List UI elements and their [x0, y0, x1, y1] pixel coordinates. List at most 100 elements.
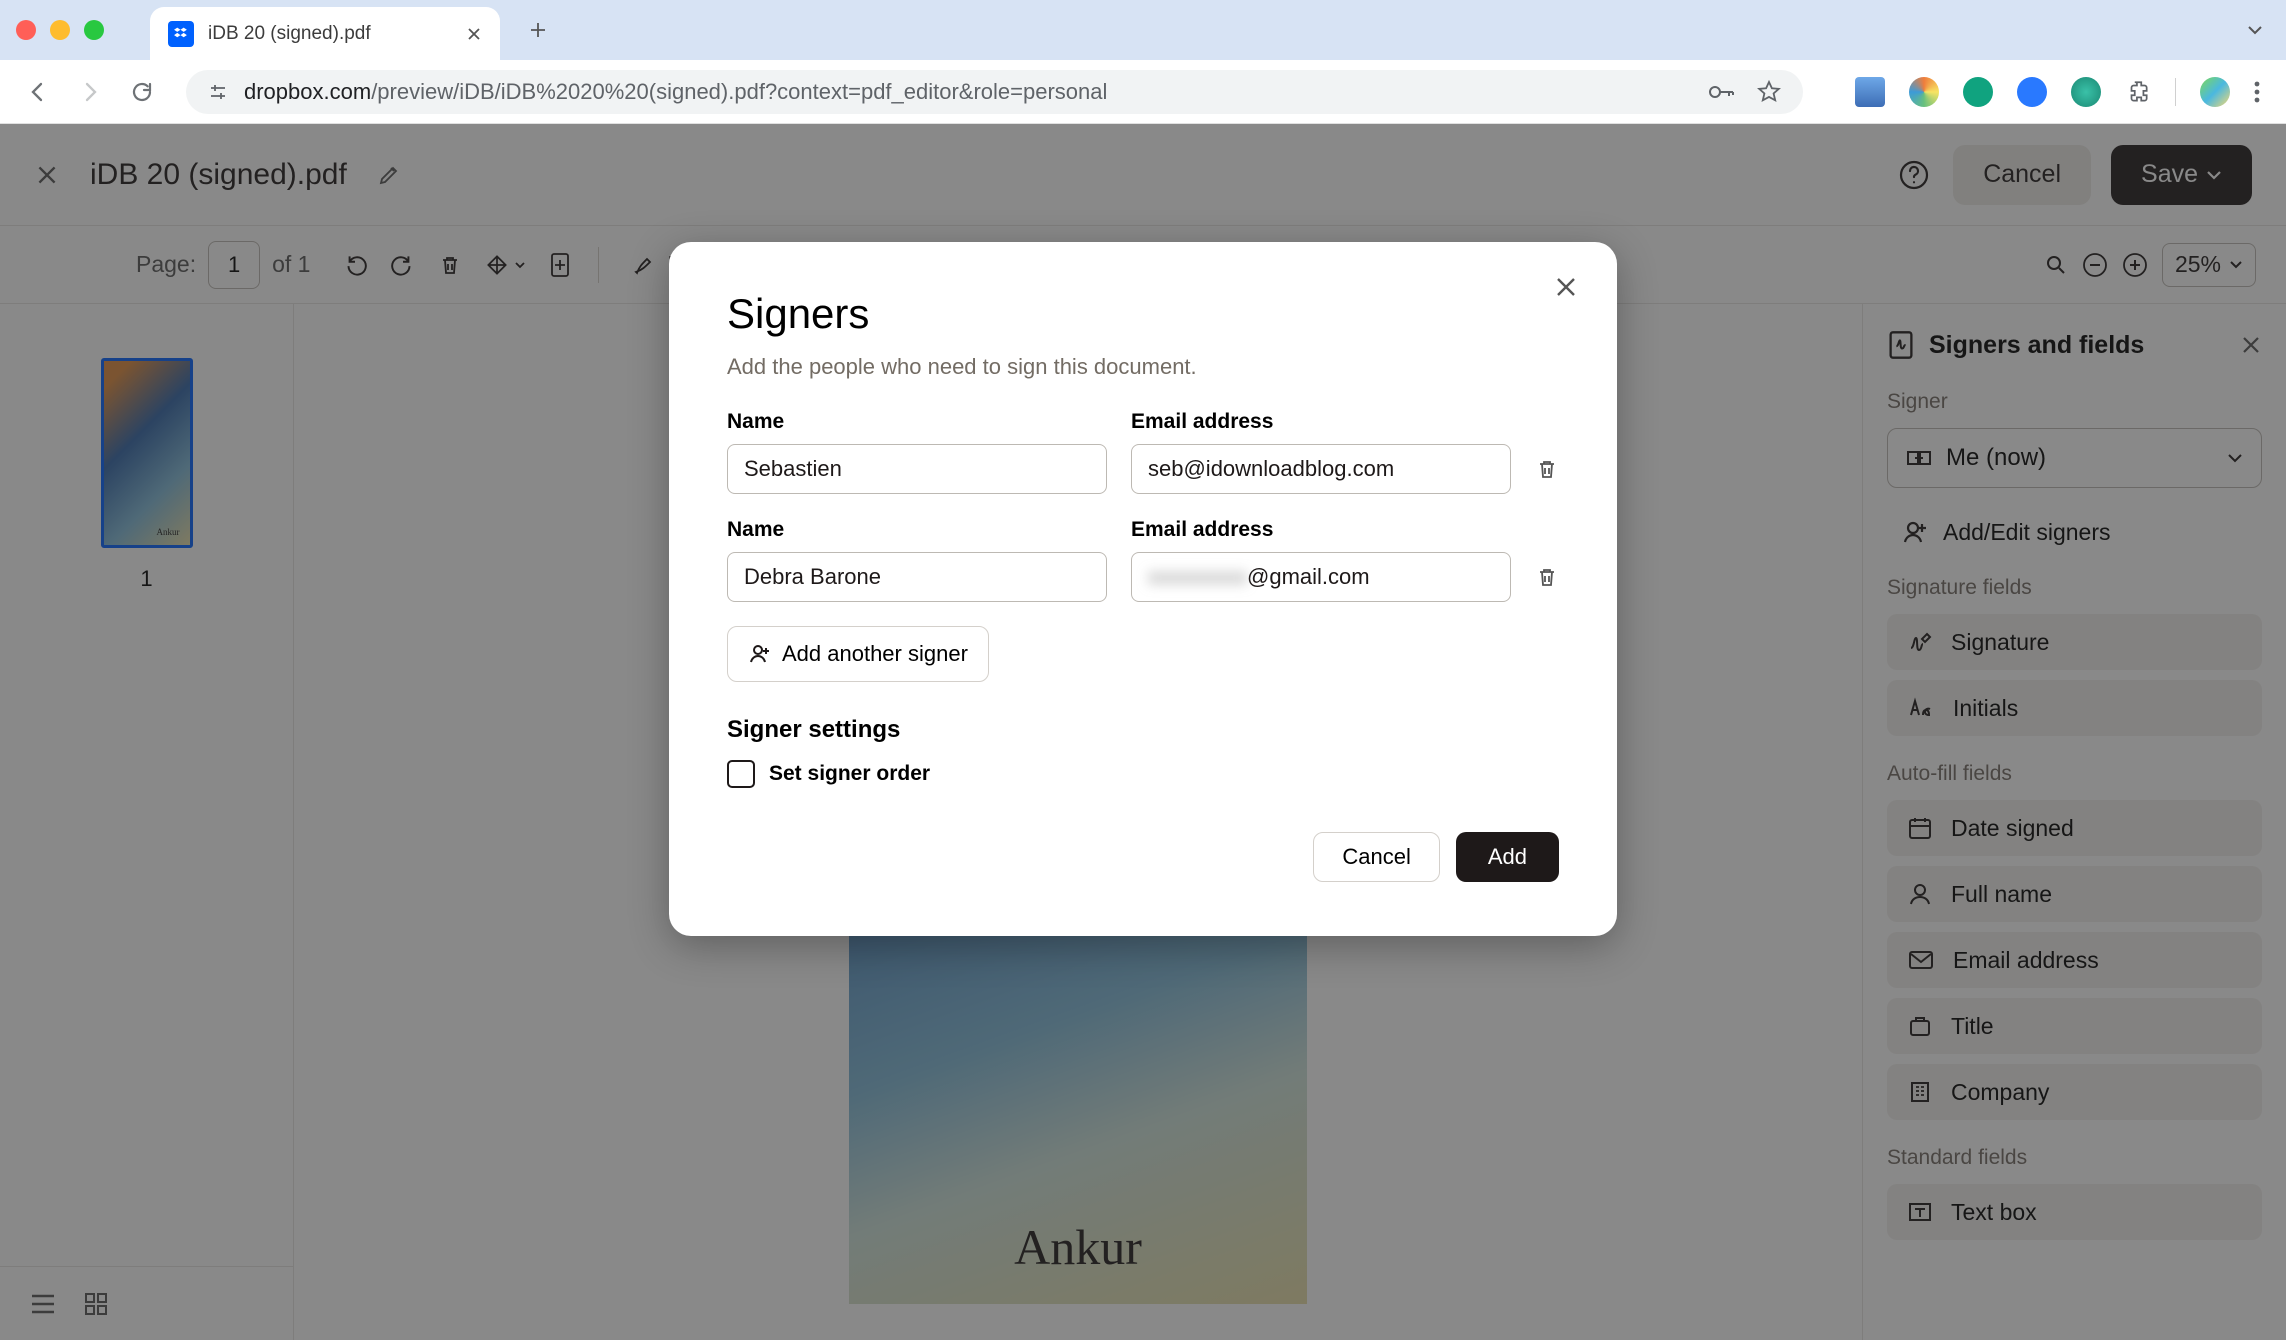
signer-assign-icon	[1906, 446, 1932, 470]
modal-cancel-button[interactable]: Cancel	[1313, 832, 1439, 882]
forward-button[interactable]	[78, 80, 102, 104]
rename-button[interactable]	[377, 163, 401, 187]
name-label: Name	[727, 518, 1107, 542]
signer-section-label: Signer	[1887, 390, 2262, 414]
modal-add-button[interactable]: Add	[1456, 832, 1559, 882]
field-email-address[interactable]: Email address	[1887, 932, 2262, 988]
modal-close-button[interactable]	[1553, 274, 1579, 300]
email-label: Email address	[1131, 518, 1511, 542]
site-settings-icon[interactable]	[208, 82, 228, 102]
add-edit-signers-button[interactable]: Add/Edit signers	[1887, 510, 2262, 554]
search-button[interactable]	[2044, 253, 2068, 277]
checkbox-icon	[727, 760, 755, 788]
signature-fields-label: Signature fields	[1887, 576, 2262, 600]
ext-icon-2[interactable]	[1909, 77, 1939, 107]
window-minimize-button[interactable]	[50, 20, 70, 40]
autofill-fields-label: Auto-fill fields	[1887, 762, 2262, 786]
rotate-right-button[interactable]	[390, 252, 416, 278]
grid-view-button[interactable]	[84, 1292, 108, 1316]
field-signature[interactable]: Signature	[1887, 614, 2262, 670]
back-button[interactable]	[26, 80, 50, 104]
extensions-button[interactable]	[2125, 79, 2151, 105]
page-total: of 1	[272, 251, 310, 278]
signer-row: Name Email address xxxxxxxxx@gmail.com	[727, 518, 1559, 602]
ext-icon-3[interactable]	[1963, 77, 1993, 107]
tab-bar: iDB 20 (signed).pdf	[0, 0, 2286, 60]
remove-signer-button[interactable]	[1535, 564, 1559, 602]
tab-list-dropdown[interactable]	[2240, 15, 2270, 45]
ext-icon-4[interactable]	[2017, 77, 2047, 107]
remove-signer-button[interactable]	[1535, 456, 1559, 494]
save-button[interactable]: Save	[2111, 145, 2252, 205]
dropbox-favicon	[168, 21, 194, 47]
tab-close-button[interactable]	[466, 26, 482, 42]
signer-email-input[interactable]	[1131, 444, 1511, 494]
field-initials[interactable]: Initials	[1887, 680, 2262, 736]
signature-on-page: Ankur	[1014, 1218, 1142, 1276]
new-tab-button[interactable]	[528, 20, 548, 40]
close-panel-button[interactable]	[2240, 334, 2262, 356]
document-title: iDB 20 (signed).pdf	[90, 158, 347, 192]
signer-email-input[interactable]: xxxxxxxxx@gmail.com	[1131, 552, 1511, 602]
email-label: Email address	[1131, 410, 1511, 434]
close-editor-button[interactable]	[34, 162, 60, 188]
modal-title: Signers	[727, 290, 1559, 338]
field-company[interactable]: Company	[1887, 1064, 2262, 1120]
ext-icon-1[interactable]	[1855, 77, 1885, 107]
panel-title: Signers and fields	[1929, 331, 2144, 360]
delete-page-button[interactable]	[438, 252, 462, 278]
zoom-out-button[interactable]	[2082, 252, 2108, 278]
arrange-button[interactable]	[484, 252, 526, 278]
page-label: Page:	[136, 251, 196, 278]
browser-chrome: iDB 20 (signed).pdf dropbox.com/preview/…	[0, 0, 2286, 124]
ext-icon-5[interactable]	[2071, 77, 2101, 107]
add-user-icon	[1901, 518, 1929, 546]
window-close-button[interactable]	[16, 20, 36, 40]
thumbnail-page-number: 1	[140, 566, 152, 592]
rotate-left-button[interactable]	[342, 252, 368, 278]
toolbar-separator	[598, 247, 599, 283]
thumbnail-sidebar: Ankur 1	[0, 304, 294, 1340]
insert-page-button[interactable]	[548, 251, 572, 279]
address-bar-row: dropbox.com/preview/iDB/iDB%2020%20(sign…	[0, 60, 2286, 124]
page-number-input[interactable]	[208, 241, 260, 289]
field-title[interactable]: Title	[1887, 998, 2262, 1054]
signer-settings-heading: Signer settings	[727, 716, 1559, 744]
url-bar[interactable]: dropbox.com/preview/iDB/iDB%2020%20(sign…	[186, 70, 1803, 114]
browser-menu-button[interactable]	[2254, 80, 2260, 104]
extension-icons	[1855, 77, 2260, 107]
field-date-signed[interactable]: Date signed	[1887, 800, 2262, 856]
zoom-in-button[interactable]	[2122, 252, 2148, 278]
name-label: Name	[727, 410, 1107, 434]
chevron-down-icon	[2227, 453, 2243, 463]
browser-tab[interactable]: iDB 20 (signed).pdf	[150, 7, 500, 61]
app: iDB 20 (signed).pdf Cancel Save Page: of…	[0, 124, 2286, 1340]
field-full-name[interactable]: Full name	[1887, 866, 2262, 922]
set-signer-order-checkbox[interactable]: Set signer order	[727, 760, 1559, 788]
tab-title: iDB 20 (signed).pdf	[208, 23, 452, 45]
signers-fields-panel: Signers and fields Signer Me (now) Add/E…	[1862, 304, 2286, 1340]
signer-name-input[interactable]	[727, 444, 1107, 494]
signer-name-input[interactable]	[727, 552, 1107, 602]
password-key-icon[interactable]	[1709, 83, 1735, 101]
signers-panel-icon	[1887, 330, 1915, 360]
reload-button[interactable]	[130, 80, 154, 104]
standard-fields-label: Standard fields	[1887, 1146, 2262, 1170]
divider	[2175, 78, 2176, 106]
zoom-level-select[interactable]: 25%	[2162, 243, 2256, 287]
signer-select[interactable]: Me (now)	[1887, 428, 2262, 488]
page-thumbnail[interactable]: Ankur	[101, 358, 193, 548]
cancel-button[interactable]: Cancel	[1953, 145, 2091, 205]
signers-modal: Signers Add the people who need to sign …	[669, 242, 1617, 936]
window-maximize-button[interactable]	[84, 20, 104, 40]
thumbnail-view-controls	[0, 1266, 293, 1340]
add-user-icon	[748, 642, 772, 666]
field-text-box[interactable]: Text box	[1887, 1184, 2262, 1240]
profile-avatar[interactable]	[2200, 77, 2230, 107]
help-button[interactable]	[1895, 156, 1933, 194]
modal-subtitle: Add the people who need to sign this doc…	[727, 354, 1559, 380]
add-another-signer-button[interactable]: Add another signer	[727, 626, 989, 682]
app-header: iDB 20 (signed).pdf Cancel Save	[0, 124, 2286, 226]
bookmark-star-icon[interactable]	[1757, 80, 1781, 104]
list-view-button[interactable]	[30, 1293, 56, 1315]
